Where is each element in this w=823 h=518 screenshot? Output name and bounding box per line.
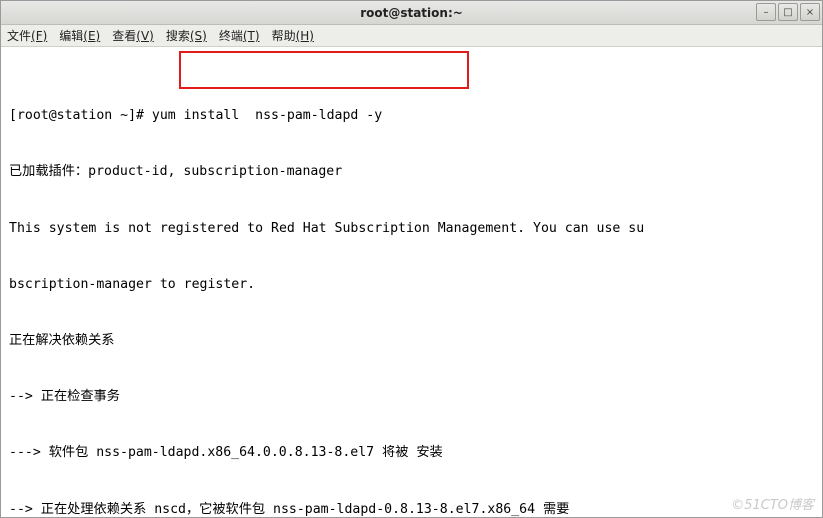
menu-help[interactable]: 帮助(H) [272, 27, 314, 44]
output-line: bscription-manager to register. [9, 276, 814, 295]
menu-terminal[interactable]: 终端(T) [219, 27, 260, 44]
output-line: This system is not registered to Red Hat… [9, 220, 814, 239]
menu-search[interactable]: 搜索(S) [166, 27, 207, 44]
title-bar[interactable]: root@station:~ – □ × [1, 1, 822, 25]
output-line: --> 正在检查事务 [9, 388, 814, 407]
highlight-box-icon [179, 51, 469, 89]
output-line: --> 正在处理依赖关系 nscd，它被软件包 nss-pam-ldapd-0.… [9, 501, 814, 518]
shell-prompt: [root@station ~]# [9, 108, 152, 123]
terminal-window: root@station:~ – □ × 文件(F) 编辑(E) 查看(V) 搜… [0, 0, 823, 518]
window-title: root@station:~ [1, 6, 822, 20]
output-line: 正在解决依赖关系 [9, 332, 814, 351]
prompt-line: [root@station ~]# yum install nss-pam-ld… [9, 107, 814, 126]
maximize-button[interactable]: □ [778, 3, 798, 21]
terminal-output[interactable]: [root@station ~]# yum install nss-pam-ld… [1, 47, 822, 518]
shell-command: yum install nss-pam-ldapd -y [152, 108, 382, 123]
menu-bar: 文件(F) 编辑(E) 查看(V) 搜索(S) 终端(T) 帮助(H) [1, 25, 822, 47]
minimize-button[interactable]: – [756, 3, 776, 21]
close-button[interactable]: × [800, 3, 820, 21]
output-line: 已加载插件：product-id, subscription-manager [9, 163, 814, 182]
menu-view[interactable]: 查看(V) [112, 27, 154, 44]
window-controls: – □ × [756, 3, 820, 21]
menu-file[interactable]: 文件(F) [7, 27, 47, 44]
output-line: ---> 软件包 nss-pam-ldapd.x86_64.0.0.8.13-8… [9, 444, 814, 463]
menu-edit[interactable]: 编辑(E) [59, 27, 100, 44]
